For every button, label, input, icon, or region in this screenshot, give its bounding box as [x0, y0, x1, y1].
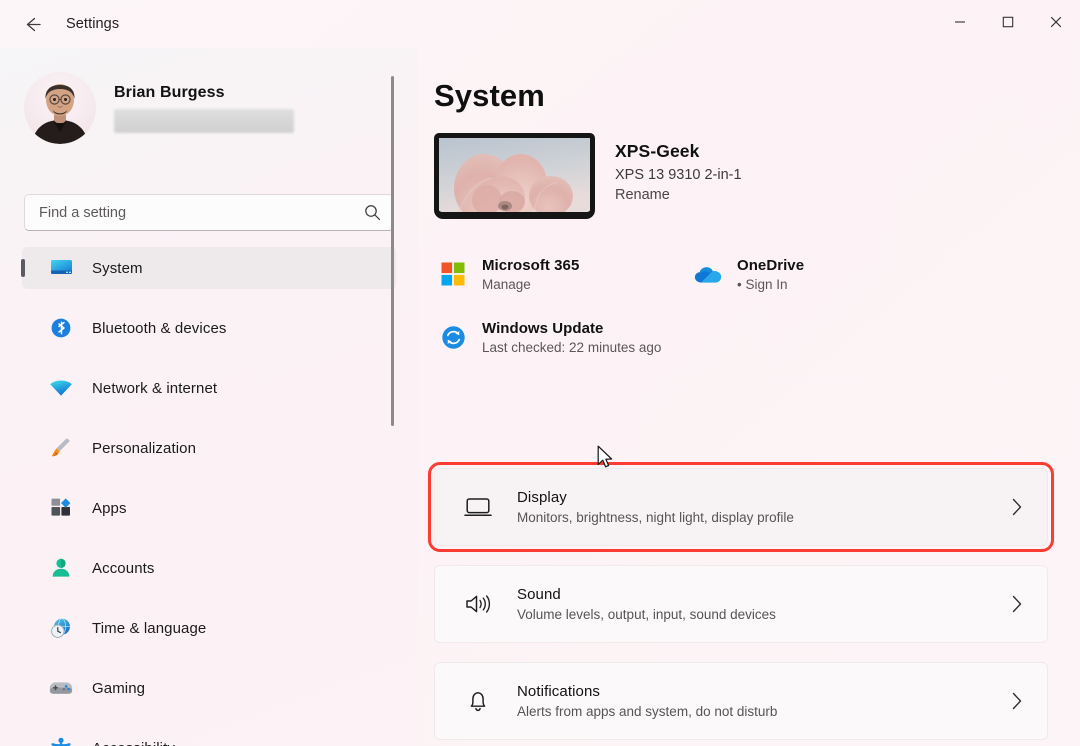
sidebar-scrollbar[interactable] — [391, 76, 394, 426]
person-icon — [48, 556, 74, 580]
user-profile[interactable]: Brian Burgess — [24, 72, 294, 144]
sidebar-item-label: Gaming — [92, 680, 145, 697]
windows-update-icon — [438, 322, 468, 352]
card-subtitle: Monitors, brightness, night light, displ… — [517, 510, 1007, 525]
gamepad-icon — [48, 676, 74, 700]
quick-link-text: Microsoft 365 Manage — [482, 257, 579, 292]
sidebar-item-accessibility[interactable]: Accessibility — [22, 727, 396, 746]
settings-window: Settings — [0, 0, 1080, 746]
sidebar-item-label: Time & language — [92, 620, 206, 637]
clock-globe-icon — [48, 616, 74, 640]
close-button[interactable] — [1032, 0, 1080, 44]
sidebar-item-system[interactable]: System — [22, 247, 396, 289]
sidebar-item-bluetooth-devices[interactable]: Bluetooth & devices — [22, 307, 396, 349]
card-title: Sound — [517, 586, 1007, 603]
quick-link-sub: Sign In — [737, 277, 804, 292]
main-content: System — [418, 48, 1080, 746]
sidebar-nav: System Bluetooth & devices — [0, 247, 418, 746]
sidebar-item-label: Apps — [92, 500, 127, 517]
titlebar: Settings — [0, 0, 1080, 48]
setting-card-sound[interactable]: Sound Volume levels, output, input, soun… — [434, 565, 1048, 643]
back-arrow-icon — [22, 14, 43, 35]
sidebar-item-label: Network & internet — [92, 380, 217, 397]
sidebar-item-label: System — [92, 260, 143, 277]
bell-icon — [461, 684, 495, 718]
sidebar-item-network-internet[interactable]: Network & internet — [22, 367, 396, 409]
quick-link-title: OneDrive — [737, 257, 804, 274]
device-thumbnail — [434, 133, 595, 219]
window-controls — [936, 0, 1080, 44]
avatar — [24, 72, 96, 144]
minimize-button[interactable] — [936, 0, 984, 44]
settings-cards: Display Monitors, brightness, night ligh… — [434, 468, 1048, 746]
sidebar: Brian Burgess Find a setting — [0, 48, 418, 746]
avatar-photo-icon — [24, 72, 96, 144]
display-monitor-icon — [461, 490, 495, 524]
rename-link[interactable]: Rename — [615, 187, 670, 203]
card-text: Notifications Alerts from apps and syste… — [517, 683, 1007, 719]
setting-card-display[interactable]: Display Monitors, brightness, night ligh… — [434, 468, 1048, 546]
setting-card-notifications[interactable]: Notifications Alerts from apps and syste… — [434, 662, 1048, 740]
monitor-icon — [48, 256, 74, 280]
quick-link-microsoft-365[interactable]: Microsoft 365 Manage — [434, 253, 689, 296]
profile-name: Brian Burgess — [114, 84, 294, 102]
card-text: Display Monitors, brightness, night ligh… — [517, 489, 1007, 525]
maximize-icon — [1002, 16, 1014, 28]
sidebar-item-accounts[interactable]: Accounts — [22, 547, 396, 589]
chevron-right-icon — [1007, 498, 1027, 516]
maximize-button[interactable] — [984, 0, 1032, 44]
device-info: XPS-Geek XPS 13 9310 2-in-1 Rename — [615, 133, 742, 203]
card-title: Notifications — [517, 683, 1007, 700]
microsoft-logo-icon — [438, 259, 468, 289]
sidebar-item-gaming[interactable]: Gaming — [22, 667, 396, 709]
back-button[interactable] — [14, 6, 50, 42]
quick-link-title: Windows Update — [482, 320, 661, 337]
apps-icon — [48, 496, 74, 520]
device-model: XPS 13 9310 2-in-1 — [615, 167, 742, 183]
quick-link-text: Windows Update Last checked: 22 minutes … — [482, 320, 661, 355]
close-icon — [1050, 16, 1062, 28]
search-placeholder: Find a setting — [39, 205, 364, 221]
profile-email-redacted — [114, 109, 294, 133]
quick-link-sub: Last checked: 22 minutes ago — [482, 340, 661, 355]
sidebar-item-label: Personalization — [92, 440, 196, 457]
card-text: Sound Volume levels, output, input, soun… — [517, 586, 1007, 622]
sidebar-item-time-language[interactable]: Time & language — [22, 607, 396, 649]
device-summary: XPS-Geek XPS 13 9310 2-in-1 Rename — [434, 133, 742, 219]
onedrive-icon — [693, 259, 723, 289]
sidebar-item-label: Bluetooth & devices — [92, 320, 226, 337]
chevron-right-icon — [1007, 692, 1027, 710]
quick-link-windows-update[interactable]: Windows Update Last checked: 22 minutes … — [434, 316, 667, 359]
quick-link-onedrive[interactable]: OneDrive Sign In — [689, 253, 810, 296]
quick-links-row-bottom: Windows Update Last checked: 22 minutes … — [434, 316, 1054, 359]
chevron-right-icon — [1007, 595, 1027, 613]
sidebar-item-label: Accounts — [92, 560, 155, 577]
device-name: XPS-Geek — [615, 141, 742, 162]
quick-links: Microsoft 365 Manage OneDrive — [434, 253, 1054, 359]
profile-text: Brian Burgess — [114, 84, 294, 133]
card-title: Display — [517, 489, 1007, 506]
wallpaper-bloom-icon — [439, 138, 590, 212]
quick-link-text: OneDrive Sign In — [737, 257, 804, 292]
wifi-icon — [48, 376, 74, 400]
quick-link-title: Microsoft 365 — [482, 257, 579, 274]
accessibility-icon — [48, 736, 74, 746]
sidebar-item-apps[interactable]: Apps — [22, 487, 396, 529]
sidebar-item-label: Accessibility — [92, 740, 175, 746]
page-title: System — [434, 78, 545, 114]
search-icon — [364, 204, 381, 221]
speaker-icon — [461, 587, 495, 621]
card-subtitle: Volume levels, output, input, sound devi… — [517, 607, 1007, 622]
quick-links-row-top: Microsoft 365 Manage OneDrive — [434, 253, 1054, 296]
minimize-icon — [954, 16, 966, 28]
window-title: Settings — [66, 16, 119, 32]
bluetooth-icon — [48, 316, 74, 340]
quick-link-sub: Manage — [482, 277, 579, 292]
card-subtitle: Alerts from apps and system, do not dist… — [517, 704, 1007, 719]
sidebar-item-personalization[interactable]: Personalization — [22, 427, 396, 469]
search-input[interactable]: Find a setting — [24, 194, 394, 231]
paintbrush-icon — [48, 436, 74, 460]
